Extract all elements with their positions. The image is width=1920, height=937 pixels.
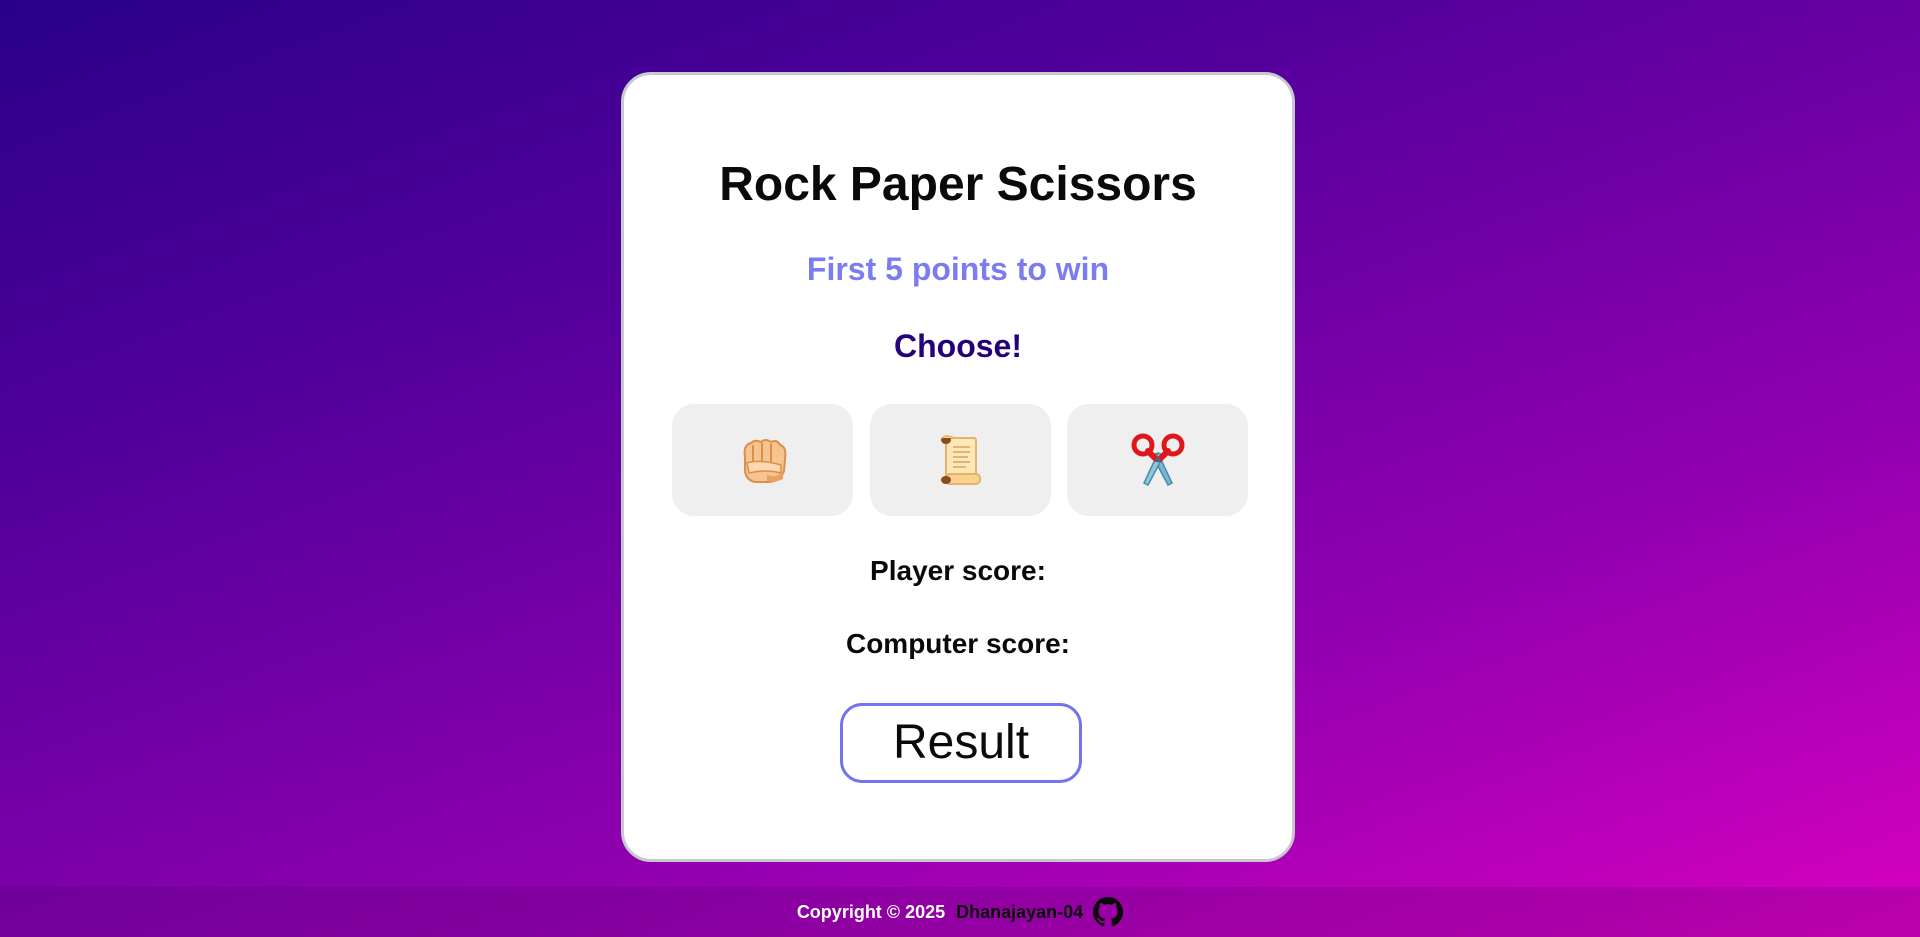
- paper-button[interactable]: [869, 404, 1051, 516]
- github-icon: [1093, 897, 1124, 927]
- choose-prompt: Choose!: [894, 328, 1022, 364]
- oncoming-fist-icon: [743, 439, 786, 483]
- author-link[interactable]: Dhanajayan-04: [956, 897, 1124, 927]
- choice-buttons: [672, 404, 1248, 516]
- author-name: Dhanajayan-04: [956, 901, 1084, 922]
- scissors-button[interactable]: [1067, 404, 1248, 516]
- game-subtitle: First 5 points to win: [806, 251, 1110, 287]
- game-card: Rock Paper Scissors First 5 points to wi…: [621, 72, 1295, 862]
- computer-score: Computer score:: [845, 628, 1071, 659]
- scissors-icon: [1131, 433, 1184, 486]
- game-title: Rock Paper Scissors: [719, 158, 1197, 211]
- copyright-text: Copyright © 2025: [796, 901, 946, 922]
- scroll-icon: [941, 435, 981, 485]
- footer: Copyright © 2025 Dhanajayan-04: [0, 887, 1920, 937]
- player-score: Player score:: [870, 555, 1046, 586]
- result-button[interactable]: Result: [840, 703, 1082, 783]
- rock-button[interactable]: [672, 404, 853, 516]
